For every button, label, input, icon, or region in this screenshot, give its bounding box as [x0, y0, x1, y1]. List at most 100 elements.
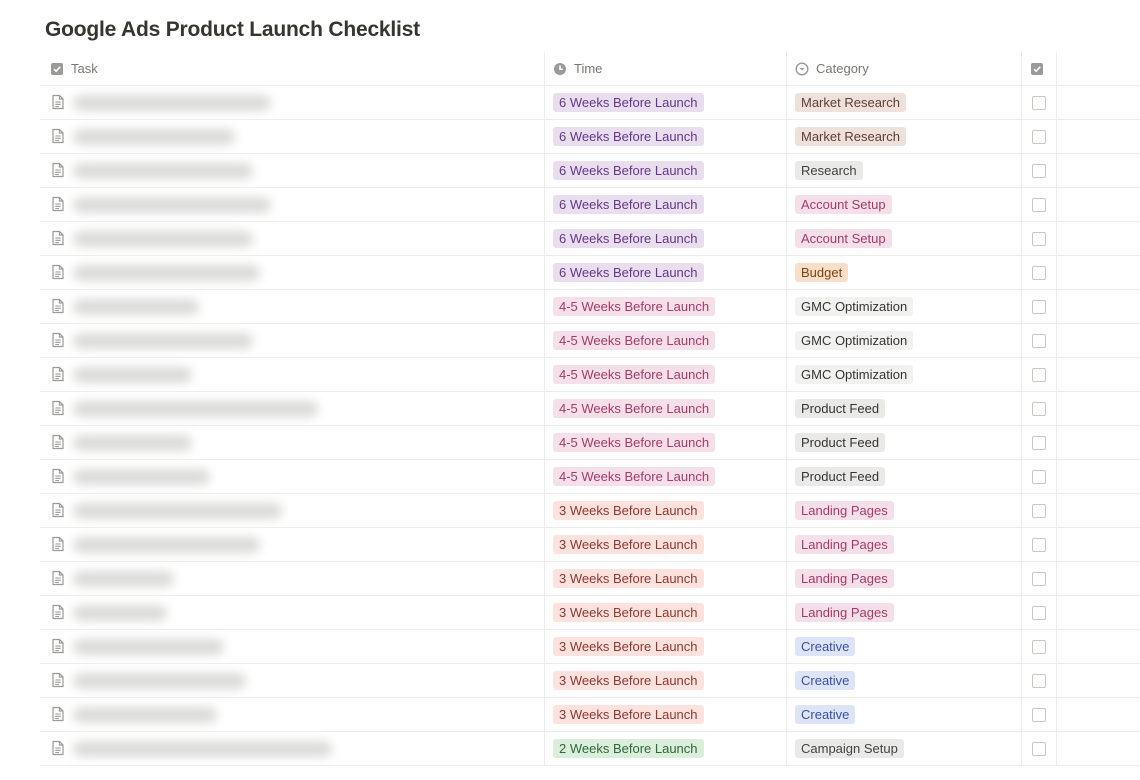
done-checkbox[interactable]: [1032, 163, 1046, 178]
category-cell[interactable]: Product Feed: [786, 426, 1021, 459]
table-row[interactable]: 6 Weeks Before Launch Market Research: [40, 86, 1140, 120]
time-cell[interactable]: 4-5 Weeks Before Launch: [544, 324, 786, 357]
table-row[interactable]: 4-5 Weeks Before Launch Product Feed: [40, 426, 1140, 460]
task-cell[interactable]: [40, 528, 544, 561]
done-cell[interactable]: [1021, 324, 1056, 357]
table-row[interactable]: 6 Weeks Before Launch Account Setup: [40, 188, 1140, 222]
category-cell[interactable]: Landing Pages: [786, 528, 1021, 561]
task-cell[interactable]: [40, 222, 544, 255]
time-cell[interactable]: 4-5 Weeks Before Launch: [544, 290, 786, 323]
task-cell[interactable]: [40, 426, 544, 459]
column-header-task[interactable]: Task: [40, 52, 544, 85]
table-row[interactable]: 3 Weeks Before Launch Creative: [40, 664, 1140, 698]
table-row[interactable]: 3 Weeks Before Launch Creative: [40, 698, 1140, 732]
column-header-time[interactable]: Time: [544, 52, 786, 85]
done-checkbox[interactable]: [1032, 503, 1046, 518]
task-cell[interactable]: [40, 562, 544, 595]
table-row[interactable]: 3 Weeks Before Launch Landing Pages: [40, 528, 1140, 562]
category-cell[interactable]: Account Setup: [786, 188, 1021, 221]
table-row[interactable]: 2 Weeks Before Launch Campaign Setup: [40, 732, 1140, 766]
category-cell[interactable]: Creative: [786, 630, 1021, 663]
category-cell[interactable]: Landing Pages: [786, 562, 1021, 595]
task-cell[interactable]: [40, 392, 544, 425]
category-cell[interactable]: Research: [786, 154, 1021, 187]
task-cell[interactable]: [40, 664, 544, 697]
task-cell[interactable]: [40, 188, 544, 221]
done-checkbox[interactable]: [1032, 537, 1046, 552]
time-cell[interactable]: 4-5 Weeks Before Launch: [544, 460, 786, 493]
done-checkbox[interactable]: [1032, 469, 1046, 484]
table-row[interactable]: 4-5 Weeks Before Launch Product Feed: [40, 392, 1140, 426]
task-cell[interactable]: [40, 154, 544, 187]
done-checkbox[interactable]: [1032, 299, 1046, 314]
done-cell[interactable]: [1021, 358, 1056, 391]
done-cell[interactable]: [1021, 290, 1056, 323]
done-cell[interactable]: [1021, 460, 1056, 493]
table-row[interactable]: 4-5 Weeks Before Launch GMC Optimization: [40, 358, 1140, 392]
done-cell[interactable]: [1021, 154, 1056, 187]
time-cell[interactable]: 6 Weeks Before Launch: [544, 256, 786, 289]
column-header-category[interactable]: Category: [786, 52, 1021, 85]
done-cell[interactable]: [1021, 664, 1056, 697]
category-cell[interactable]: Creative: [786, 664, 1021, 697]
done-checkbox[interactable]: [1032, 265, 1046, 280]
done-checkbox[interactable]: [1032, 741, 1046, 756]
time-cell[interactable]: 4-5 Weeks Before Launch: [544, 426, 786, 459]
time-cell[interactable]: 6 Weeks Before Launch: [544, 154, 786, 187]
done-cell[interactable]: [1021, 188, 1056, 221]
done-cell[interactable]: [1021, 222, 1056, 255]
done-checkbox[interactable]: [1032, 435, 1046, 450]
done-cell[interactable]: [1021, 562, 1056, 595]
task-cell[interactable]: [40, 256, 544, 289]
task-cell[interactable]: [40, 494, 544, 527]
time-cell[interactable]: 3 Weeks Before Launch: [544, 562, 786, 595]
table-row[interactable]: 6 Weeks Before Launch Market Research: [40, 120, 1140, 154]
done-checkbox[interactable]: [1032, 231, 1046, 246]
done-cell[interactable]: [1021, 494, 1056, 527]
time-cell[interactable]: 6 Weeks Before Launch: [544, 86, 786, 119]
done-checkbox[interactable]: [1032, 401, 1046, 416]
done-checkbox[interactable]: [1032, 197, 1046, 212]
done-cell[interactable]: [1021, 120, 1056, 153]
done-cell[interactable]: [1021, 698, 1056, 731]
table-row[interactable]: 6 Weeks Before Launch Budget: [40, 256, 1140, 290]
done-checkbox[interactable]: [1032, 95, 1046, 110]
task-cell[interactable]: [40, 460, 544, 493]
done-checkbox[interactable]: [1032, 707, 1046, 722]
done-cell[interactable]: [1021, 528, 1056, 561]
done-cell[interactable]: [1021, 426, 1056, 459]
task-cell[interactable]: [40, 596, 544, 629]
category-cell[interactable]: Account Setup: [786, 222, 1021, 255]
done-checkbox[interactable]: [1032, 639, 1046, 654]
category-cell[interactable]: GMC Optimization: [786, 358, 1021, 391]
category-cell[interactable]: Budget: [786, 256, 1021, 289]
task-cell[interactable]: [40, 630, 544, 663]
table-row[interactable]: 3 Weeks Before Launch Landing Pages: [40, 562, 1140, 596]
time-cell[interactable]: 3 Weeks Before Launch: [544, 494, 786, 527]
table-row[interactable]: 6 Weeks Before Launch Research: [40, 154, 1140, 188]
column-header-done[interactable]: [1021, 52, 1056, 85]
category-cell[interactable]: Product Feed: [786, 392, 1021, 425]
table-row[interactable]: 3 Weeks Before Launch Landing Pages: [40, 596, 1140, 630]
table-row[interactable]: 4-5 Weeks Before Launch GMC Optimization: [40, 290, 1140, 324]
time-cell[interactable]: 6 Weeks Before Launch: [544, 120, 786, 153]
time-cell[interactable]: 4-5 Weeks Before Launch: [544, 358, 786, 391]
done-cell[interactable]: [1021, 596, 1056, 629]
table-row[interactable]: 4-5 Weeks Before Launch Product Feed: [40, 460, 1140, 494]
done-checkbox[interactable]: [1032, 605, 1046, 620]
time-cell[interactable]: 3 Weeks Before Launch: [544, 596, 786, 629]
category-cell[interactable]: Campaign Setup: [786, 732, 1021, 765]
category-cell[interactable]: Market Research: [786, 86, 1021, 119]
done-cell[interactable]: [1021, 732, 1056, 765]
done-cell[interactable]: [1021, 86, 1056, 119]
table-row[interactable]: 3 Weeks Before Launch Creative: [40, 630, 1140, 664]
task-cell[interactable]: [40, 120, 544, 153]
table-row[interactable]: 3 Weeks Before Launch Landing Pages: [40, 494, 1140, 528]
done-checkbox[interactable]: [1032, 673, 1046, 688]
time-cell[interactable]: 3 Weeks Before Launch: [544, 698, 786, 731]
time-cell[interactable]: 4-5 Weeks Before Launch: [544, 392, 786, 425]
category-cell[interactable]: Product Feed: [786, 460, 1021, 493]
table-row[interactable]: 4-5 Weeks Before Launch GMC Optimization: [40, 324, 1140, 358]
category-cell[interactable]: Creative: [786, 698, 1021, 731]
time-cell[interactable]: 3 Weeks Before Launch: [544, 528, 786, 561]
